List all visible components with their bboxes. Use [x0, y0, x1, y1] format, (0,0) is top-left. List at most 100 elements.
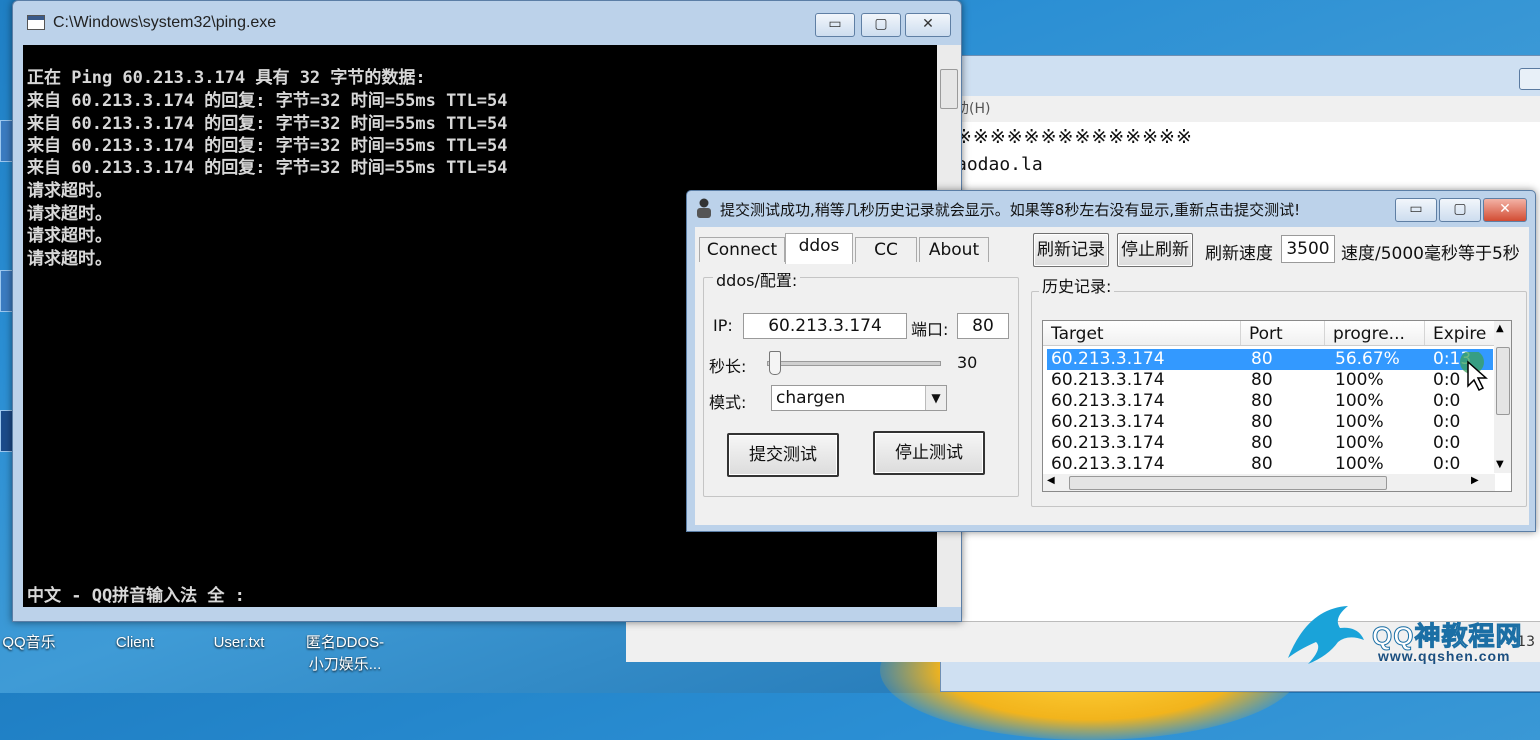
minimize-button[interactable]: ▭: [1395, 198, 1437, 222]
table-cell-progress: 100%: [1335, 370, 1384, 390]
scrollbar-thumb[interactable]: [1496, 347, 1510, 415]
table-cell-port: 80: [1251, 370, 1273, 390]
table-cell-port: 80: [1251, 349, 1273, 369]
table-cell-port: 80: [1251, 391, 1273, 411]
console-line: 来自 60.213.3.174 的回复: 字节=32 时间=55ms TTL=5…: [27, 114, 508, 134]
table-cell-port: 80: [1251, 412, 1273, 432]
table-cell-progress: 100%: [1335, 454, 1384, 474]
document-line: ※※※※※※※※※※※※※※: [956, 126, 1193, 148]
duration-label: 秒长:: [709, 357, 747, 376]
close-button[interactable]: ✕: [1483, 198, 1527, 222]
desktop-icon-qqmusic[interactable]: QQ音乐: [0, 632, 74, 654]
ime-status: 中文 - QQ拼音输入法 全 :: [27, 586, 245, 606]
port-input[interactable]: 80: [957, 313, 1009, 339]
table-cell-progress: 100%: [1335, 433, 1384, 453]
table-cell-expire: 0:0: [1433, 412, 1461, 432]
history-list[interactable]: Target Port progre... Expire 60.213.3.17…: [1042, 320, 1512, 492]
table-cell-target: 60.213.3.174: [1051, 391, 1165, 411]
dialog-title: 提交测试成功,稍等几秒历史记录就会显示。如果等8秒左右没有显示,重新点击提交测试…: [720, 201, 1301, 219]
duration-value: 30: [957, 353, 978, 372]
mode-select[interactable]: chargen ▼: [771, 385, 947, 411]
table-cell-target: 60.213.3.174: [1051, 412, 1165, 432]
console-line: 请求超时。: [27, 181, 112, 201]
scroll-left-icon[interactable]: ◀: [1047, 475, 1055, 486]
duration-slider-track[interactable]: [767, 361, 941, 366]
column-header-progress[interactable]: progre...: [1325, 321, 1425, 345]
table-row[interactable]: 60.213.3.174 80 100% 0:0: [1047, 370, 1493, 391]
tab-ddos[interactable]: ddos: [785, 233, 853, 264]
mode-selected-value: chargen: [776, 388, 846, 408]
scrollbar-thumb[interactable]: [940, 69, 958, 109]
close-button[interactable]: ✕: [905, 13, 951, 37]
console-line: 请求超时。: [27, 249, 112, 269]
port-label: 端口:: [911, 320, 949, 339]
group-label: ddos/配置:: [713, 267, 801, 291]
group-label: 历史记录:: [1039, 273, 1115, 297]
table-row[interactable]: 60.213.3.174 80 100% 0:0: [1047, 391, 1493, 412]
tab-connect[interactable]: Connect: [699, 237, 785, 262]
menu-bar: 助(H): [941, 96, 1540, 122]
refresh-records-button[interactable]: 刷新记录: [1033, 233, 1109, 267]
title-bar[interactable]: C:\Windows\system32\ping.exe ▭ ▢ ✕: [13, 1, 961, 45]
minimize-button[interactable]: [1519, 68, 1540, 90]
table-row[interactable]: 60.213.3.174 80 100% 0:0: [1047, 433, 1493, 454]
minimize-button[interactable]: ▭: [815, 13, 855, 37]
table-cell-port: 80: [1251, 454, 1273, 474]
table-cell-expire: 0:0: [1433, 433, 1461, 453]
console-line: 请求超时。: [27, 204, 112, 224]
table-row[interactable]: 60.213.3.174 80 100% 0:0: [1047, 412, 1493, 433]
duration-slider-thumb[interactable]: [769, 351, 781, 375]
list-header: Target Port progre... Expire: [1043, 321, 1495, 346]
column-header-expire[interactable]: Expire: [1425, 321, 1495, 345]
document-line: aodao.la: [956, 154, 1043, 175]
submit-test-button[interactable]: 提交测试: [727, 433, 839, 477]
person-icon: [697, 198, 711, 218]
column-header-port[interactable]: Port: [1241, 321, 1325, 345]
refresh-speed-input[interactable]: 3500: [1281, 235, 1335, 263]
mode-label: 模式:: [709, 393, 747, 412]
table-cell-expire: 0:0: [1433, 454, 1461, 474]
scroll-down-icon[interactable]: ▼: [1496, 459, 1504, 470]
mouse-cursor-icon: [1460, 352, 1488, 392]
table-cell-port: 80: [1251, 433, 1273, 453]
horizontal-scrollbar[interactable]: ◀ ▶: [1043, 474, 1495, 491]
refresh-speed-note: 速度/5000毫秒等于5秒: [1341, 244, 1520, 264]
scrollbar-thumb[interactable]: [1069, 476, 1387, 490]
window-title: C:\Windows\system32\ping.exe: [53, 14, 277, 31]
ip-label: IP:: [713, 316, 733, 335]
desktop-icon-ddos-tool[interactable]: 匿名DDOS- 小刀娱乐...: [300, 632, 390, 676]
tab-cc[interactable]: CC: [855, 237, 917, 262]
table-cell-target: 60.213.3.174: [1051, 454, 1165, 474]
table-cell-target: 60.213.3.174: [1051, 370, 1165, 390]
console-line: 来自 60.213.3.174 的回复: 字节=32 时间=55ms TTL=5…: [27, 158, 508, 178]
console-line: 正在 Ping 60.213.3.174 具有 32 字节的数据:: [27, 68, 426, 88]
table-cell-progress: 56.67%: [1335, 349, 1400, 369]
table-cell-expire: 0:0: [1433, 370, 1461, 390]
dragon-logo-icon: [1288, 606, 1364, 664]
maximize-button[interactable]: ▢: [1439, 198, 1481, 222]
console-line: 来自 60.213.3.174 的回复: 字节=32 时间=55ms TTL=5…: [27, 136, 508, 156]
table-cell-target: 60.213.3.174: [1051, 349, 1165, 369]
stop-refresh-button[interactable]: 停止刷新: [1117, 233, 1193, 267]
ip-input[interactable]: 60.213.3.174: [743, 313, 907, 339]
table-row[interactable]: 60.213.3.174 80 100% 0:0: [1047, 454, 1493, 475]
desktop-icon-user-txt[interactable]: User.txt: [194, 632, 284, 654]
table-row[interactable]: 60.213.3.174 80 56.67% 0:13: [1047, 349, 1493, 370]
refresh-speed-label: 刷新速度: [1205, 244, 1273, 264]
column-header-target[interactable]: Target: [1043, 321, 1241, 345]
console-line: 请求超时。: [27, 226, 112, 246]
watermark-url: www.qqshen.com: [1378, 648, 1511, 664]
table-cell-target: 60.213.3.174: [1051, 433, 1165, 453]
console-icon: [27, 15, 45, 30]
desktop-icon-client[interactable]: Client: [90, 632, 180, 654]
scroll-up-icon[interactable]: ▲: [1496, 323, 1504, 334]
chevron-down-icon[interactable]: ▼: [925, 386, 946, 410]
table-cell-progress: 100%: [1335, 391, 1384, 411]
stop-test-button[interactable]: 停止测试: [873, 431, 985, 475]
table-cell-expire: 0:0: [1433, 391, 1461, 411]
maximize-button[interactable]: ▢: [861, 13, 901, 37]
tab-about[interactable]: About: [919, 237, 989, 262]
scroll-right-icon[interactable]: ▶: [1471, 475, 1479, 486]
console-line: 来自 60.213.3.174 的回复: 字节=32 时间=55ms TTL=5…: [27, 91, 508, 111]
vertical-scrollbar[interactable]: ▲ ▼: [1494, 321, 1511, 473]
